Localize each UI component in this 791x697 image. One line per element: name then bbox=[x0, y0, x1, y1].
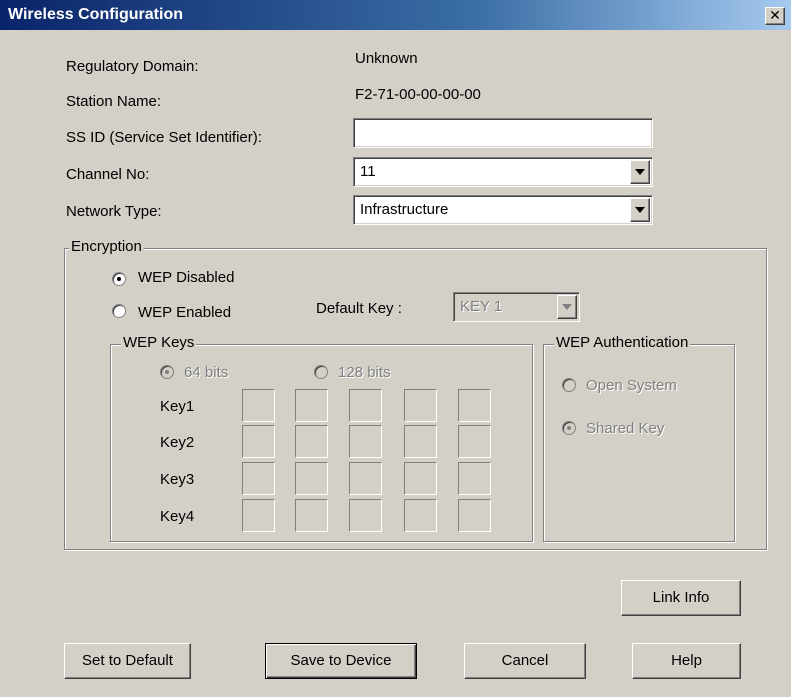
radio-selected-dot bbox=[117, 277, 121, 281]
station-name-label: Station Name: bbox=[66, 93, 162, 110]
regulatory-domain-label: Regulatory Domain: bbox=[66, 58, 199, 75]
key3-byte5-field[interactable] bbox=[458, 462, 491, 495]
network-type-select[interactable]: Infrastructure bbox=[353, 195, 653, 225]
default-key-value: KEY 1 bbox=[460, 298, 503, 315]
regulatory-domain-value: Unknown bbox=[355, 50, 418, 67]
key1-byte3-field[interactable] bbox=[349, 389, 382, 422]
channel-select-value: 11 bbox=[360, 163, 376, 180]
key4-byte2-field[interactable] bbox=[295, 499, 328, 532]
set-to-default-button[interactable]: Set to Default bbox=[64, 643, 191, 679]
key1-byte5-field[interactable] bbox=[458, 389, 491, 422]
key2-byte2-field[interactable] bbox=[295, 425, 328, 458]
key4-byte4-field[interactable] bbox=[404, 499, 437, 532]
chevron-down-icon bbox=[635, 169, 645, 175]
bits128-label[interactable]: 128 bits bbox=[338, 364, 391, 381]
network-type-select-value: Infrastructure bbox=[360, 201, 449, 218]
link-info-button[interactable]: Link Info bbox=[621, 580, 741, 616]
ssid-input[interactable] bbox=[353, 118, 653, 148]
key4-byte3-field[interactable] bbox=[349, 499, 382, 532]
wep-disabled-radio[interactable] bbox=[112, 272, 126, 286]
key4-byte1-field[interactable] bbox=[242, 499, 275, 532]
shared-key-label[interactable]: Shared Key bbox=[586, 420, 664, 437]
key2-byte4-field[interactable] bbox=[404, 425, 437, 458]
channel-label: Channel No: bbox=[66, 166, 150, 183]
bits128-radio[interactable] bbox=[314, 365, 328, 379]
radio-selected-dot bbox=[165, 370, 169, 374]
save-to-device-button[interactable]: Save to Device bbox=[265, 643, 417, 679]
encryption-legend: Encryption bbox=[69, 238, 144, 255]
key3-label: Key3 bbox=[160, 471, 195, 488]
network-type-dropdown-button[interactable] bbox=[630, 198, 650, 222]
radio-selected-dot bbox=[567, 426, 571, 430]
shared-key-radio[interactable] bbox=[562, 421, 576, 435]
key1-byte1-field[interactable] bbox=[242, 389, 275, 422]
key1-byte4-field[interactable] bbox=[404, 389, 437, 422]
key1-label: Key1 bbox=[160, 398, 195, 415]
network-type-label: Network Type: bbox=[66, 203, 162, 220]
wep-keys-legend: WEP Keys bbox=[121, 334, 197, 351]
ssid-label: SS ID (Service Set Identifier): bbox=[66, 129, 262, 146]
key1-byte2-field[interactable] bbox=[295, 389, 328, 422]
key2-byte5-field[interactable] bbox=[458, 425, 491, 458]
key2-label: Key2 bbox=[160, 434, 195, 451]
key3-byte1-field[interactable] bbox=[242, 462, 275, 495]
open-system-radio[interactable] bbox=[562, 378, 576, 392]
key4-byte5-field[interactable] bbox=[458, 499, 491, 532]
wep-enabled-label[interactable]: WEP Enabled bbox=[138, 304, 231, 321]
open-system-label[interactable]: Open System bbox=[586, 377, 677, 394]
key3-byte3-field[interactable] bbox=[349, 462, 382, 495]
close-icon: ✕ bbox=[769, 7, 781, 23]
wep-auth-legend: WEP Authentication bbox=[554, 334, 691, 351]
wireless-config-dialog: Wireless Configuration ✕ Regulatory Doma… bbox=[0, 0, 791, 697]
bits64-radio[interactable] bbox=[160, 365, 174, 379]
chevron-down-icon bbox=[562, 304, 572, 310]
cancel-button[interactable]: Cancel bbox=[464, 643, 586, 679]
channel-select[interactable]: 11 bbox=[353, 157, 653, 187]
bits64-label[interactable]: 64 bits bbox=[184, 364, 228, 381]
window-title: Wireless Configuration bbox=[8, 6, 183, 23]
close-button[interactable]: ✕ bbox=[765, 7, 785, 25]
channel-dropdown-button[interactable] bbox=[630, 160, 650, 184]
default-key-select[interactable]: KEY 1 bbox=[453, 292, 580, 322]
title-bar[interactable]: Wireless Configuration ✕ bbox=[0, 0, 791, 30]
chevron-down-icon bbox=[635, 207, 645, 213]
key2-byte3-field[interactable] bbox=[349, 425, 382, 458]
key4-label: Key4 bbox=[160, 508, 195, 525]
station-name-value: F2-71-00-00-00-00 bbox=[355, 86, 481, 103]
key2-byte1-field[interactable] bbox=[242, 425, 275, 458]
key3-byte2-field[interactable] bbox=[295, 462, 328, 495]
default-key-dropdown-button[interactable] bbox=[557, 295, 577, 319]
key3-byte4-field[interactable] bbox=[404, 462, 437, 495]
wep-enabled-radio[interactable] bbox=[112, 304, 126, 318]
default-key-label: Default Key : bbox=[316, 300, 402, 317]
wep-disabled-label[interactable]: WEP Disabled bbox=[138, 269, 234, 286]
wep-auth-group bbox=[543, 344, 735, 542]
help-button[interactable]: Help bbox=[632, 643, 741, 679]
